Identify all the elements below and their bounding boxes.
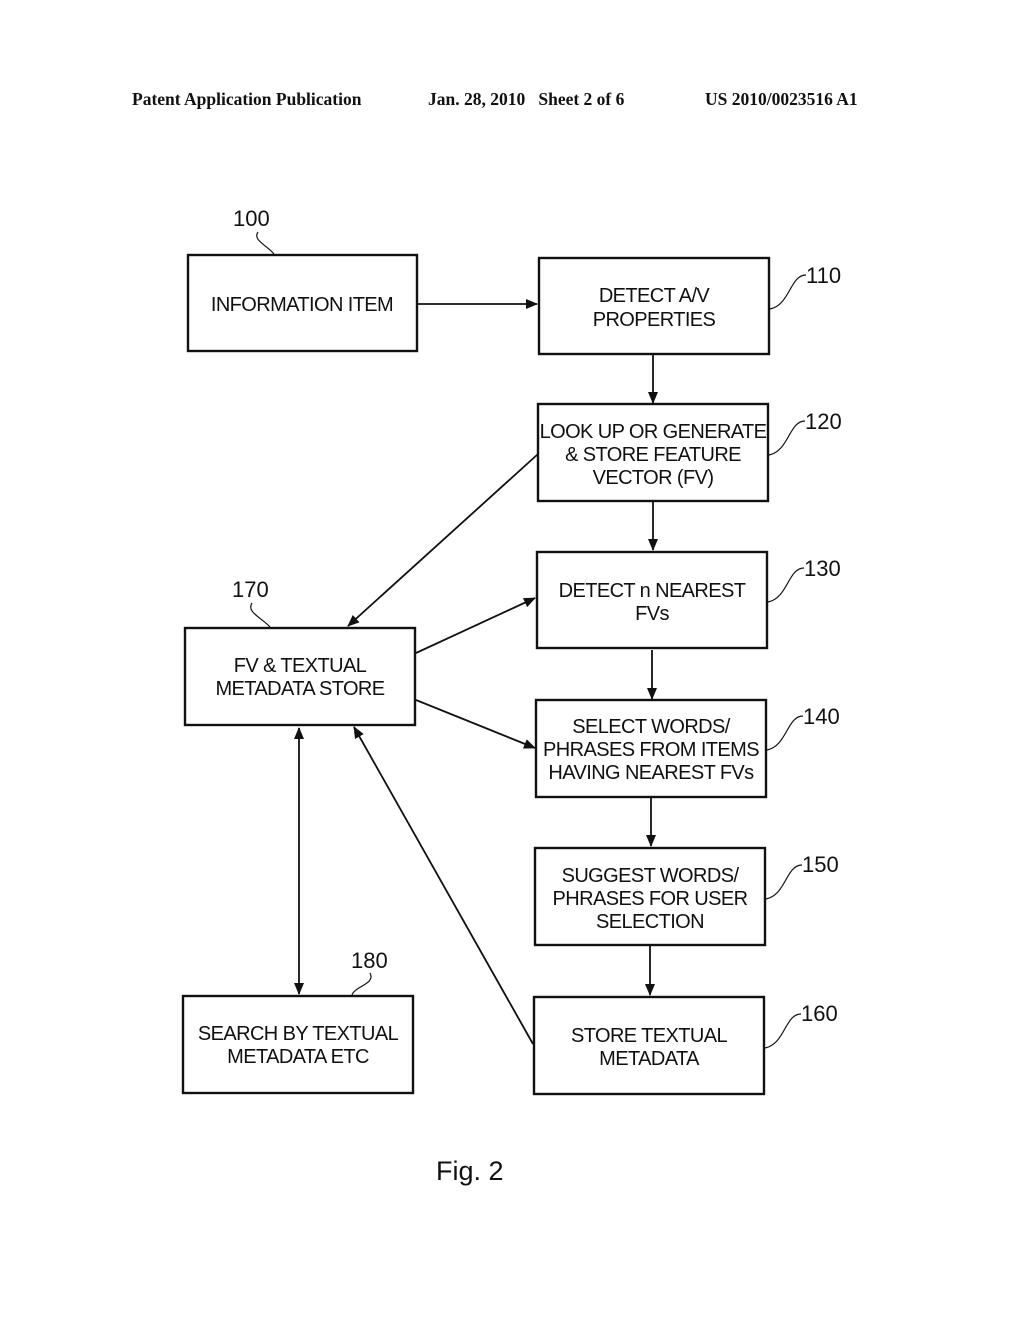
ref-180: 180 — [351, 948, 388, 973]
node-180: SEARCH BY TEXTUAL METADATA ETC — [181, 994, 415, 1095]
leader-120 — [768, 420, 806, 456]
ref-110: 110 — [806, 263, 841, 288]
node-150-line-2: PHRASES FOR USER — [553, 888, 748, 910]
node-180-line-1: SEARCH BY TEXTUAL — [198, 1023, 399, 1045]
leader-100 — [256, 231, 275, 255]
node-150-line-3: SELECTION — [596, 911, 704, 933]
leader-180 — [351, 972, 372, 996]
leader-150 — [765, 864, 803, 900]
node-160-line-2: METADATA — [599, 1048, 700, 1070]
node-110-line-2: PROPERTIES — [593, 309, 716, 331]
leader-110 — [769, 274, 807, 310]
node-100-line-1: INFORMATION ITEM — [211, 294, 393, 316]
node-170-line-2: METADATA STORE — [215, 678, 384, 700]
leader-130 — [767, 567, 805, 603]
node-120-line-2: & STORE FEATURE — [565, 444, 741, 466]
node-130-line-1: DETECT n NEAREST — [559, 580, 746, 602]
node-140-line-2: PHRASES FROM ITEMS — [543, 739, 759, 761]
node-110: DETECT A/V PROPERTIES — [537, 256, 771, 356]
node-140-line-1: SELECT WORDS/ — [572, 716, 730, 738]
ref-120: 120 — [805, 409, 842, 434]
node-160: STORE TEXTUAL METADATA — [532, 995, 766, 1096]
edge-120-170 — [347, 453, 539, 627]
edge-170-130 — [415, 597, 536, 654]
ref-130: 130 — [804, 556, 841, 581]
node-130-line-2: FVs — [635, 603, 669, 625]
ref-170: 170 — [232, 577, 269, 602]
node-160-line-1: STORE TEXTUAL — [571, 1025, 727, 1047]
node-110-line-1: DETECT A/V — [599, 285, 711, 307]
node-140-line-3: HAVING NEAREST FVs — [548, 762, 754, 784]
flowchart-diagram: INFORMATION ITEM DETECT A/V PROPERTIES L… — [181, 206, 842, 1186]
ref-140: 140 — [803, 704, 840, 729]
node-170-line-1: FV & TEXTUAL — [234, 655, 367, 677]
leader-160 — [764, 1013, 802, 1049]
node-180-line-2: METADATA ETC — [227, 1046, 369, 1068]
node-120-line-1: LOOK UP OR GENERATE — [540, 421, 767, 443]
node-100: INFORMATION ITEM — [186, 253, 419, 353]
ref-160: 160 — [801, 1001, 838, 1026]
node-150-line-1: SUGGEST WORDS/ — [562, 865, 740, 887]
node-120: LOOK UP OR GENERATE & STORE FEATURE VECT… — [536, 402, 770, 503]
leader-170 — [250, 602, 271, 628]
node-170: FV & TEXTUAL METADATA STORE — [183, 626, 417, 727]
node-150: SUGGEST WORDS/ PHRASES FOR USER SELECTIO… — [533, 846, 767, 947]
edge-170-140 — [415, 699, 536, 749]
ref-100: 100 — [233, 206, 270, 231]
leader-140 — [766, 715, 804, 751]
ref-150: 150 — [802, 852, 839, 877]
figure-caption: Fig. 2 — [436, 1156, 504, 1186]
node-140: SELECT WORDS/ PHRASES FROM ITEMS HAVING … — [534, 698, 768, 799]
node-120-line-3: VECTOR (FV) — [593, 467, 714, 489]
node-130: DETECT n NEAREST FVs — [535, 550, 769, 650]
